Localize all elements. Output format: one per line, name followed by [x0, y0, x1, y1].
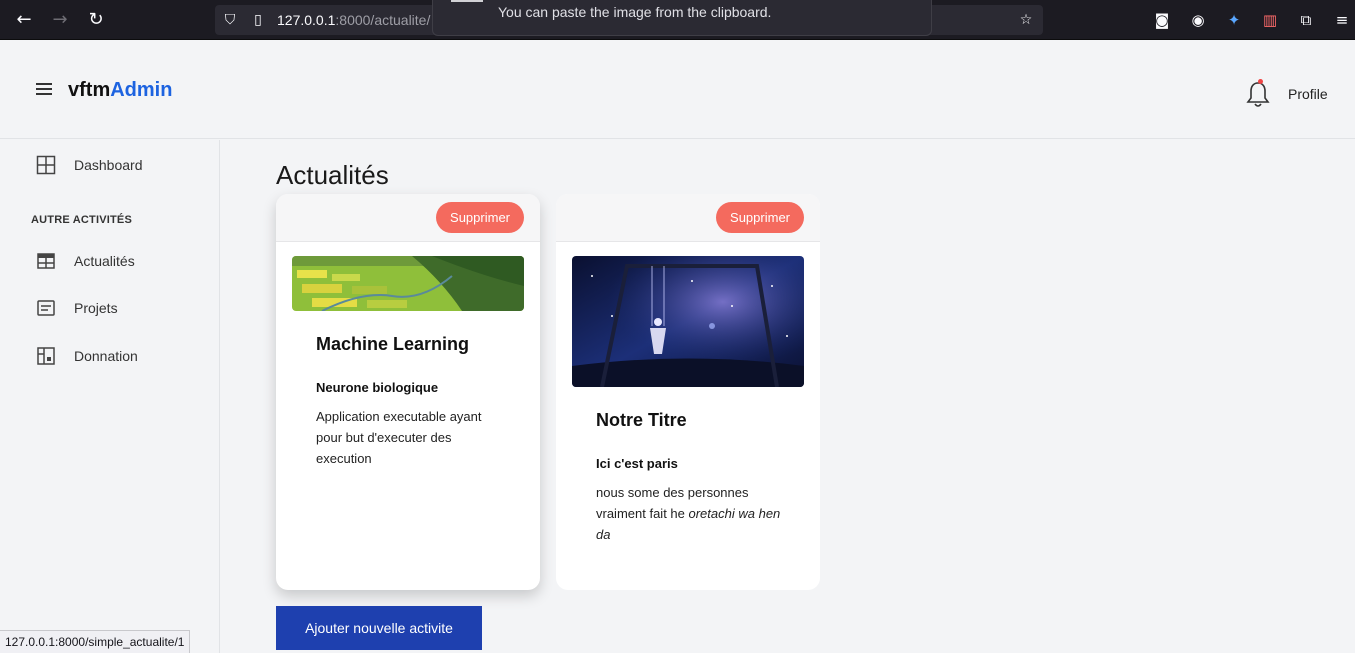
notification-dot	[1258, 79, 1263, 84]
sidebar: Dashboard AUTRE ACTIVITÉS Actualités Pro…	[0, 140, 220, 653]
extensions-puzzle-icon[interactable]: ⧉	[1296, 10, 1316, 30]
sidebar-item-label: Dashboard	[74, 157, 143, 173]
card-description: nous some des personnes vraiment fait he…	[596, 482, 786, 545]
card-subtitle: Ici c'est paris	[596, 456, 678, 471]
card-header: Supprimer	[556, 194, 820, 242]
card-description: Application executable ayant pour but d'…	[316, 409, 482, 466]
profile-link[interactable]: Profile	[1288, 86, 1328, 102]
sidebar-item-label: Donnation	[74, 348, 138, 364]
shield-icon[interactable]: ⛉	[221, 11, 239, 29]
extension-icon[interactable]: ✦	[1224, 10, 1244, 30]
sidebar-section-heading: AUTRE ACTIVITÉS	[31, 214, 132, 226]
clipboard-notification: You can paste the image from the clipboa…	[432, 0, 932, 36]
card-image-night-sky-swing	[572, 256, 804, 387]
add-activity-button[interactable]: Ajouter nouvelle activite	[276, 606, 482, 650]
hamburger-menu-icon[interactable]	[34, 81, 54, 97]
bookmark-star-icon[interactable]: ☆	[1017, 11, 1035, 29]
sidebar-item-projets[interactable]: Projets	[36, 296, 216, 320]
pocket-icon[interactable]: ◙	[1152, 10, 1172, 30]
browser-toolbar: ← → ↻ ⛉ ▯ 127.0.0.1:8000/actualite/ ☆ Yo…	[0, 0, 1355, 40]
table-icon	[37, 253, 55, 269]
sidebar-item-actualites[interactable]: Actualités	[36, 249, 216, 273]
layout-icon	[37, 347, 55, 365]
back-icon[interactable]: ←	[12, 8, 36, 32]
delete-button[interactable]: Supprimer	[716, 202, 804, 233]
extension-popcorn-icon[interactable]: ▥	[1260, 10, 1280, 30]
page-title: Actualités	[276, 160, 389, 190]
image-thumbnail-icon	[451, 0, 483, 2]
forward-icon[interactable]: →	[48, 8, 72, 32]
card-subtitle: Neurone biologique	[316, 380, 439, 395]
card-header: Supprimer	[276, 194, 540, 242]
document-lines-icon	[37, 300, 55, 316]
reload-icon[interactable]: ↻	[84, 8, 108, 32]
sidebar-item-donnation[interactable]: Donnation	[36, 344, 216, 368]
news-card[interactable]: Supprimer Machine Learning Neurone biolo…	[276, 194, 540, 590]
dashboard-grid-icon	[36, 155, 56, 175]
app-header: vftmAdmin Profile	[0, 41, 1355, 139]
sidebar-item-label: Projets	[74, 300, 118, 316]
menu-icon[interactable]: ≡	[1332, 10, 1352, 30]
sidebar-item-label: Actualités	[74, 253, 135, 269]
news-card[interactable]: Supprimer Notre Titre Ici c'est paris no…	[556, 194, 820, 590]
delete-button[interactable]: Supprimer	[436, 202, 524, 233]
card-title: Machine Learning	[316, 334, 470, 354]
brand-logo[interactable]: vftmAdmin	[68, 79, 172, 102]
account-icon[interactable]: ◉	[1188, 10, 1208, 30]
notification-text: You can paste the image from the clipboa…	[498, 4, 772, 20]
page-info-icon[interactable]: ▯	[249, 11, 267, 29]
sidebar-item-dashboard[interactable]: Dashboard	[36, 153, 216, 177]
url-text[interactable]: 127.0.0.1:8000/actualite/	[277, 12, 430, 28]
status-bar-url: 127.0.0.1:8000/simple_actualite/1	[0, 630, 191, 653]
card-title: Notre Titre	[596, 410, 687, 430]
card-image-rice-terraces	[292, 256, 524, 311]
